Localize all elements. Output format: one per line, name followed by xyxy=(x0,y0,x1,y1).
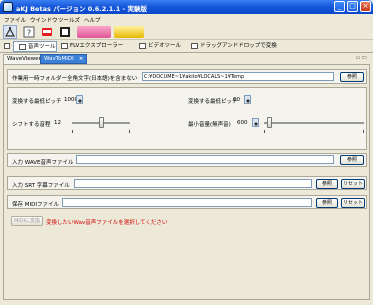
maximize-button[interactable]: □ xyxy=(347,1,358,12)
save-midi-section: 保存 MIDIファイル 参照 リセット xyxy=(7,195,367,209)
film-icon xyxy=(60,27,70,37)
shift-pitch-slider-ticks xyxy=(72,130,130,133)
panel-window-controls[interactable]: ▫ ▭ xyxy=(356,55,367,61)
input-srt-reset-button[interactable]: リセット xyxy=(341,179,365,189)
max-pitch-label: 変換する最低ピッチ xyxy=(188,99,238,105)
window-title: aKJ Betas バージョン 0.6.2.1.1 - 実験版 xyxy=(16,5,147,13)
slider-tick xyxy=(363,130,364,133)
tab-waveviewer[interactable]: WaveViewer xyxy=(3,54,45,64)
min-volume-value[interactable]: 600 xyxy=(237,120,248,126)
drag-drop-icon xyxy=(191,43,198,49)
menu-tools[interactable]: ツールズ xyxy=(58,16,80,24)
close-tab-icon[interactable]: × xyxy=(79,56,84,62)
input-wave-field-wrap xyxy=(76,153,336,167)
shift-pitch-slider-thumb[interactable] xyxy=(98,117,104,128)
toolbar: ? xyxy=(0,24,373,40)
pane-icon xyxy=(4,43,10,49)
slider-tick xyxy=(129,130,130,133)
work-folder-input[interactable]: C:¥DOCUME~1¥akito¥LOCALS~1¥Temp xyxy=(142,72,334,81)
shift-pitch-value: 12 xyxy=(54,120,61,126)
min-volume-slider-thumb[interactable] xyxy=(266,117,272,128)
min-volume-label: 最小音量(無声音) xyxy=(188,122,231,128)
min-pitch-spinner[interactable] xyxy=(76,95,83,104)
input-wave-browse-button[interactable]: 参照 xyxy=(340,155,364,165)
tab-audio-tools[interactable]: 音声ツール xyxy=(13,41,57,52)
slider-tick xyxy=(72,130,73,133)
tab-drag-drop-convert[interactable]: ドラッグアンドドロップで変換 xyxy=(190,41,277,52)
work-folder-section: 作業用一時フォルダー全角文字(日本語)を含まない C:¥DOCUME~1¥aki… xyxy=(7,69,367,84)
close-button[interactable]: × xyxy=(360,1,371,12)
pink-logo-icon[interactable] xyxy=(77,26,111,38)
input-srt-label: 入力 SRT 字幕ファイル xyxy=(12,183,70,189)
audio-tools-icon xyxy=(19,44,26,50)
menu-window[interactable]: ウインドウ xyxy=(30,16,58,24)
help-icon: ? xyxy=(23,26,35,38)
max-pitch-value[interactable]: 60 xyxy=(233,97,240,103)
minimize-button[interactable]: _ xyxy=(334,1,345,12)
work-folder-browse-button[interactable]: 参照 xyxy=(340,72,364,82)
shift-pitch-label: シフトする音程 xyxy=(12,122,51,128)
min-volume-spinner[interactable] xyxy=(252,118,259,127)
work-folder-label: 作業用一時フォルダー全角文字(日本語)を含まない xyxy=(12,76,138,82)
video-button[interactable] xyxy=(40,25,54,39)
yellow-logo-icon[interactable] xyxy=(114,26,144,38)
input-wave-label: 入力 WAVE音声ファイル xyxy=(12,160,74,166)
status-message: 変換したいWav音声ファイルを選択してください xyxy=(46,220,168,226)
max-pitch-spinner[interactable] xyxy=(244,95,251,104)
wavtomidi-panel: 作業用一時フォルダー全角文字(日本語)を含まない C:¥DOCUME~1¥aki… xyxy=(3,64,370,300)
conversion-settings-section: 変換する最低ピッチ 1000 変換する最低ピッチ 60 シフトする音程 12 最… xyxy=(7,87,367,150)
help-button[interactable]: ? xyxy=(22,25,36,39)
menu-bar: ファイル ウインドウ ツールズ ヘルプ xyxy=(0,14,373,24)
video-tools-icon xyxy=(139,43,146,49)
slider-tick xyxy=(264,130,265,133)
settings-icon xyxy=(4,27,16,37)
convert-to-midi-button[interactable]: MIDIに変換 xyxy=(11,216,43,226)
save-midi-input[interactable] xyxy=(62,198,312,207)
min-pitch-label: 変換する最低ピッチ xyxy=(12,99,62,105)
menu-file[interactable]: ファイル xyxy=(4,16,26,24)
app-icon xyxy=(3,2,13,12)
tool-tab-bar: 音声ツール FLVエクスプローラー ビデオツール ドラッグアンドドロップで変換 xyxy=(0,40,373,53)
title-bar: aKJ Betas バージョン 0.6.2.1.1 - 実験版 _ □ × xyxy=(0,0,373,14)
menu-help[interactable]: ヘルプ xyxy=(84,16,101,24)
film-button[interactable] xyxy=(58,25,72,39)
document-tab-bar: WaveViewer WavToMIDI × ▫ ▭ xyxy=(0,53,373,64)
input-srt-section: 入力 SRT 字幕ファイル 参照 リセット xyxy=(7,176,367,190)
video-icon xyxy=(42,28,52,36)
save-midi-reset-button[interactable]: リセット xyxy=(341,198,365,208)
settings-button[interactable] xyxy=(3,25,17,39)
tab-flv-explorer[interactable]: FLVエクスプローラー xyxy=(60,41,123,52)
min-volume-slider-ticks xyxy=(264,130,364,133)
input-srt-browse-button[interactable]: 参照 xyxy=(316,179,338,189)
svg-text:?: ? xyxy=(27,29,31,38)
min-volume-slider-track[interactable] xyxy=(264,122,364,124)
input-srt-input[interactable] xyxy=(74,179,312,188)
save-midi-browse-button[interactable]: 参照 xyxy=(316,198,338,208)
save-midi-label: 保存 MIDIファイル xyxy=(12,202,59,208)
tab-wavtomidi[interactable]: WavToMIDI × xyxy=(40,54,88,64)
input-wave-input[interactable] xyxy=(76,155,334,164)
tab-video-tools[interactable]: ビデオツール xyxy=(138,41,181,52)
flv-explorer-icon xyxy=(61,43,68,49)
